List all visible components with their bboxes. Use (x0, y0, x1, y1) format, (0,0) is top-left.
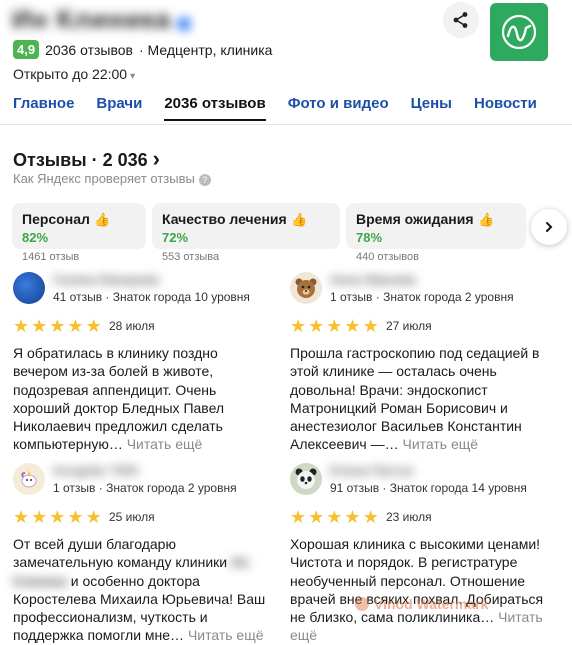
aspects-next-button[interactable] (531, 209, 567, 245)
read-more-link[interactable]: Читать ещё (188, 627, 264, 643)
tab-doctors[interactable]: Врачи (96, 95, 142, 121)
share-button[interactable] (443, 2, 479, 38)
aspect-treatment-quality[interactable]: Качество лечения 👍72% 553 отзыва (152, 203, 340, 263)
review-author[interactable]: Incognito 7945 (53, 463, 138, 478)
thumb-up-icon: 👍 (94, 212, 111, 227)
rating-stars: ★ ★ ★ ★ ★ (13, 316, 102, 336)
reviews-section-title[interactable]: Отзывы · 2 036 › (13, 146, 160, 172)
review-card: Елена Пастух 91 отзыв · Знаток города 14… (290, 463, 550, 643)
author-level: 1 отзыв · Знаток города 2 уровня (330, 290, 514, 304)
reviews-count-link[interactable]: 2036 отзывов (45, 42, 133, 58)
aspect-waiting-time[interactable]: Время ожидания 👍78% 440 отзывов (346, 203, 526, 263)
review-policy-link[interactable]: Как Яндекс проверяет отзывы? (13, 171, 211, 186)
author-level: 1 отзыв · Знаток города 2 уровня (53, 481, 237, 495)
chevron-down-icon: ▾ (130, 71, 136, 82)
review-text: Я обратилась в клинику поздно вечером из… (13, 345, 225, 453)
author-level: 91 отзыв · Знаток города 14 уровня (330, 481, 527, 495)
read-more-link[interactable]: Читать ещё (127, 436, 203, 452)
help-icon: ? (198, 173, 211, 186)
review-card: Incognito 7945 1 отзыв · Знаток города 2… (13, 463, 273, 643)
chevron-right-icon (546, 222, 553, 232)
panda-icon (295, 468, 317, 489)
rating-badge: 4,9 (13, 40, 40, 59)
clinic-logo (490, 3, 548, 61)
logo-icon (501, 14, 537, 50)
share-icon (453, 12, 468, 28)
tab-main[interactable]: Главное (13, 95, 74, 121)
avatar[interactable] (13, 463, 45, 495)
review-date: 27 июля (386, 319, 432, 333)
unicorn-icon (21, 470, 37, 488)
avatar[interactable] (290, 272, 322, 304)
review-card: Галина Макарова 41 отзыв · Знаток города… (13, 272, 273, 452)
review-date: 23 июля (386, 510, 432, 524)
avatar[interactable] (13, 272, 45, 304)
avatar[interactable] (290, 463, 322, 495)
tab-photos[interactable]: Фото и видео (288, 95, 389, 121)
bear-icon (295, 278, 317, 298)
thumb-up-icon: 👍 (477, 212, 495, 227)
opening-hours[interactable]: Открыто до 22:00 ▾ (13, 66, 135, 82)
divider (0, 124, 572, 125)
thumb-up-icon: 👍 (291, 212, 308, 227)
review-date: 25 июля (109, 510, 155, 524)
review-text: Хорошая клиника с высокими ценами! Чисто… (290, 536, 544, 644)
tab-news[interactable]: Новости (474, 95, 537, 121)
tab-prices[interactable]: Цены (411, 95, 452, 121)
review-author[interactable]: Анна Иванова (330, 272, 416, 287)
aspect-staff[interactable]: Персонал 👍82% 1461 отзыв (12, 203, 146, 263)
category: · Медцентр, клиника (139, 41, 273, 58)
review-card: Анна Иванова 1 отзыв · Знаток города 2 у… (290, 272, 550, 452)
review-text: От всей души благодарю замечательную ком… (13, 536, 266, 644)
tab-bar: Главное Врачи 2036 отзывов Фото и видео … (13, 95, 559, 121)
read-more-link[interactable]: Читать ещё (402, 436, 478, 452)
rating-line: 4,9 2036 отзывов · Медцентр, клиника (13, 40, 272, 59)
review-date: 28 июля (109, 319, 155, 333)
chevron-right-icon: › (152, 146, 160, 171)
author-level: 41 отзыв · Знаток города 10 уровня (53, 290, 250, 304)
review-author[interactable]: Галина Макарова (53, 272, 159, 287)
rating-stars: ★ ★ ★ ★ ★ (290, 507, 379, 527)
rating-stars: ★ ★ ★ ★ ★ (290, 316, 379, 336)
review-author[interactable]: Елена Пастух (330, 463, 414, 478)
watermark-icon (355, 597, 369, 611)
review-text: Прошла гастроскопию под седацией в этой … (290, 345, 540, 453)
clinic-name: Ин Клиника (12, 4, 217, 34)
tab-reviews[interactable]: 2036 отзывов (164, 95, 266, 121)
watermark: Vinod Watermark (355, 596, 488, 612)
rating-stars: ★ ★ ★ ★ ★ (13, 507, 102, 527)
